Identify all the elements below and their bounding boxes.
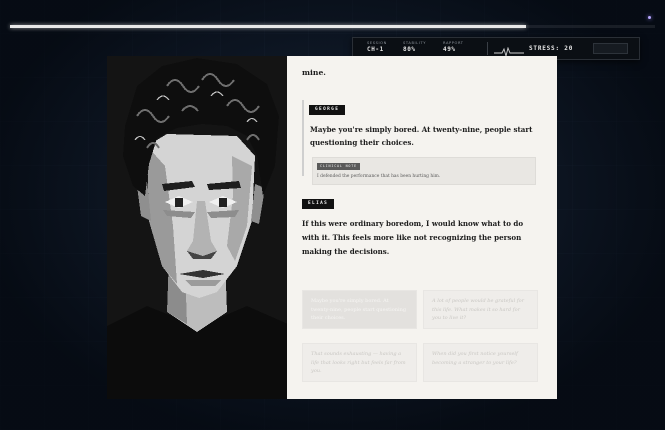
george-dialogue-line: Maybe you're simply bored. At twenty-nin… xyxy=(310,125,533,147)
menu-button[interactable] xyxy=(593,43,628,54)
quote-bar xyxy=(302,100,304,176)
dialogue-previous-line: mine. xyxy=(302,68,326,77)
stability-stat: STABILITY 80% xyxy=(403,41,426,54)
session-progress-fill xyxy=(10,25,526,28)
clinical-note-label: CLINICAL NOTE xyxy=(317,163,360,170)
hud-divider xyxy=(487,42,488,55)
session-value: CH-1 xyxy=(367,46,384,53)
character-portrait xyxy=(107,56,288,399)
elias-dialogue-line: If this were ordinary boredom, I would k… xyxy=(302,219,524,256)
response-choice-1[interactable]: Maybe you're simply bored. At twenty-nin… xyxy=(302,290,417,329)
session-stat: SESSION CH-1 xyxy=(367,41,387,54)
rapport-stat: RAPPORT 49% xyxy=(443,41,464,54)
status-light xyxy=(648,16,651,19)
speaker-tag-elias: ELIAS xyxy=(302,199,335,209)
stability-value: 80% xyxy=(403,46,416,53)
response-choice-3[interactable]: That sounds exhausting — having a life t… xyxy=(302,343,417,382)
clinical-note: CLINICAL NOTE I defended the performance… xyxy=(312,157,536,185)
response-choice-4[interactable]: When did you first notice yourself becom… xyxy=(423,343,538,382)
dialogue-panel: mine. GEORGE Maybe you're simply bored. … xyxy=(287,56,557,399)
speaker-tag-george: GEORGE xyxy=(309,105,346,115)
rapport-value: 49% xyxy=(443,46,456,53)
clinical-note-text: I defended the performance that has been… xyxy=(317,174,441,179)
session-progress-bar xyxy=(10,25,655,28)
response-choice-2[interactable]: A lot of people would be grateful for th… xyxy=(423,290,538,329)
stress-value: STRESS: 20 xyxy=(529,45,574,52)
portrait-illustration xyxy=(107,56,288,399)
